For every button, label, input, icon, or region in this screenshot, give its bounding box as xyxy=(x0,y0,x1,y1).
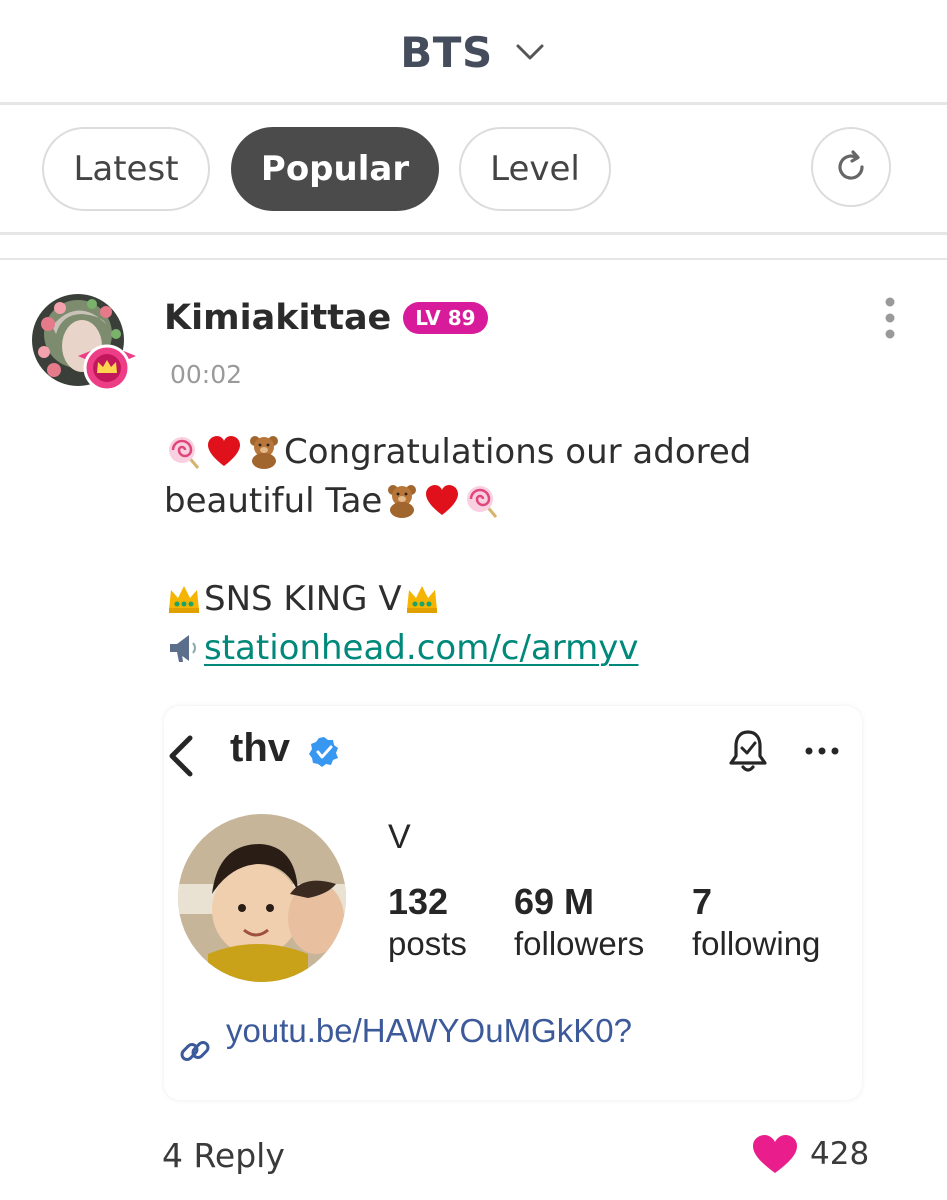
community-selector[interactable]: BTS xyxy=(400,28,546,77)
ig-stat-posts: 132 posts xyxy=(388,880,467,964)
heart-icon xyxy=(426,485,459,515)
post-line: SNS KING V xyxy=(164,575,884,624)
stat-value: 132 xyxy=(388,881,449,922)
refresh-button[interactable] xyxy=(811,127,891,207)
level-badge: LV 89 xyxy=(403,302,488,334)
teddy-bear-icon xyxy=(388,485,417,518)
ig-stat-followers: 69 M followers xyxy=(514,880,644,964)
ig-profile-picture xyxy=(178,814,346,982)
post-text-line1: Congratulations our adored xyxy=(284,432,752,472)
heart-icon xyxy=(753,1135,797,1173)
sort-tabs: Latest Popular Level xyxy=(0,106,947,232)
ig-username: thv xyxy=(230,726,290,770)
more-options-icon[interactable] xyxy=(872,294,908,342)
crown-icon xyxy=(406,586,437,613)
post-text-line2: beautiful Tae xyxy=(164,481,383,521)
link-icon xyxy=(180,1041,210,1061)
post-text-line3: SNS KING V xyxy=(204,579,402,619)
like-count: 428 xyxy=(810,1136,870,1172)
teddy-bear-icon xyxy=(250,436,278,469)
bell-icon xyxy=(729,730,767,772)
refresh-icon xyxy=(838,150,864,180)
top-bar: BTS xyxy=(0,0,947,104)
tab-level[interactable]: Level xyxy=(459,127,611,211)
stat-value: 7 xyxy=(692,881,713,922)
post-timestamp: 00:02 xyxy=(170,360,243,389)
verified-badge-icon xyxy=(309,737,338,767)
tab-latest[interactable]: Latest xyxy=(42,127,210,211)
stat-label: following xyxy=(692,925,821,962)
divider xyxy=(0,102,947,105)
reply-count[interactable]: 4 Reply xyxy=(162,1136,285,1175)
community-name: BTS xyxy=(400,27,493,77)
stat-label: followers xyxy=(514,925,645,962)
stat-label: posts xyxy=(388,925,467,962)
lollipop-icon xyxy=(169,437,200,469)
ig-display-name: V xyxy=(388,818,411,856)
stat-value: 69 M xyxy=(514,881,595,922)
speaker-icon xyxy=(170,635,196,662)
chevron-down-icon xyxy=(516,44,544,60)
post-body: Congratulations our adored beautiful Tae… xyxy=(164,428,884,673)
tab-popular[interactable]: Popular xyxy=(231,127,439,211)
ig-stat-following: 7 following xyxy=(692,880,820,964)
more-horizontal-icon xyxy=(805,747,839,755)
author-row: Kimiakittae LV 89 xyxy=(164,298,488,338)
crown-icon xyxy=(169,586,199,613)
post-line: Congratulations our adored xyxy=(164,428,884,477)
divider xyxy=(0,232,947,235)
embedded-image[interactable]: thv V 132 posts 69 M followers 7 followi… xyxy=(164,706,862,1100)
post-line: beautiful Tae xyxy=(164,477,884,526)
back-arrow-icon xyxy=(169,735,193,777)
divider xyxy=(0,258,947,260)
like-button[interactable]: 428 xyxy=(752,1134,869,1174)
post-line: stationhead.com/c/armyv xyxy=(164,624,884,673)
ig-bio-link: youtu.be/HAWYOuMGkK0? xyxy=(226,1012,632,1049)
author-name[interactable]: Kimiakittae xyxy=(164,298,391,338)
lollipop-icon xyxy=(467,486,498,518)
heart-icon xyxy=(208,436,240,466)
crown-badge-icon xyxy=(78,344,136,392)
post-link[interactable]: stationhead.com/c/armyv xyxy=(204,628,639,668)
